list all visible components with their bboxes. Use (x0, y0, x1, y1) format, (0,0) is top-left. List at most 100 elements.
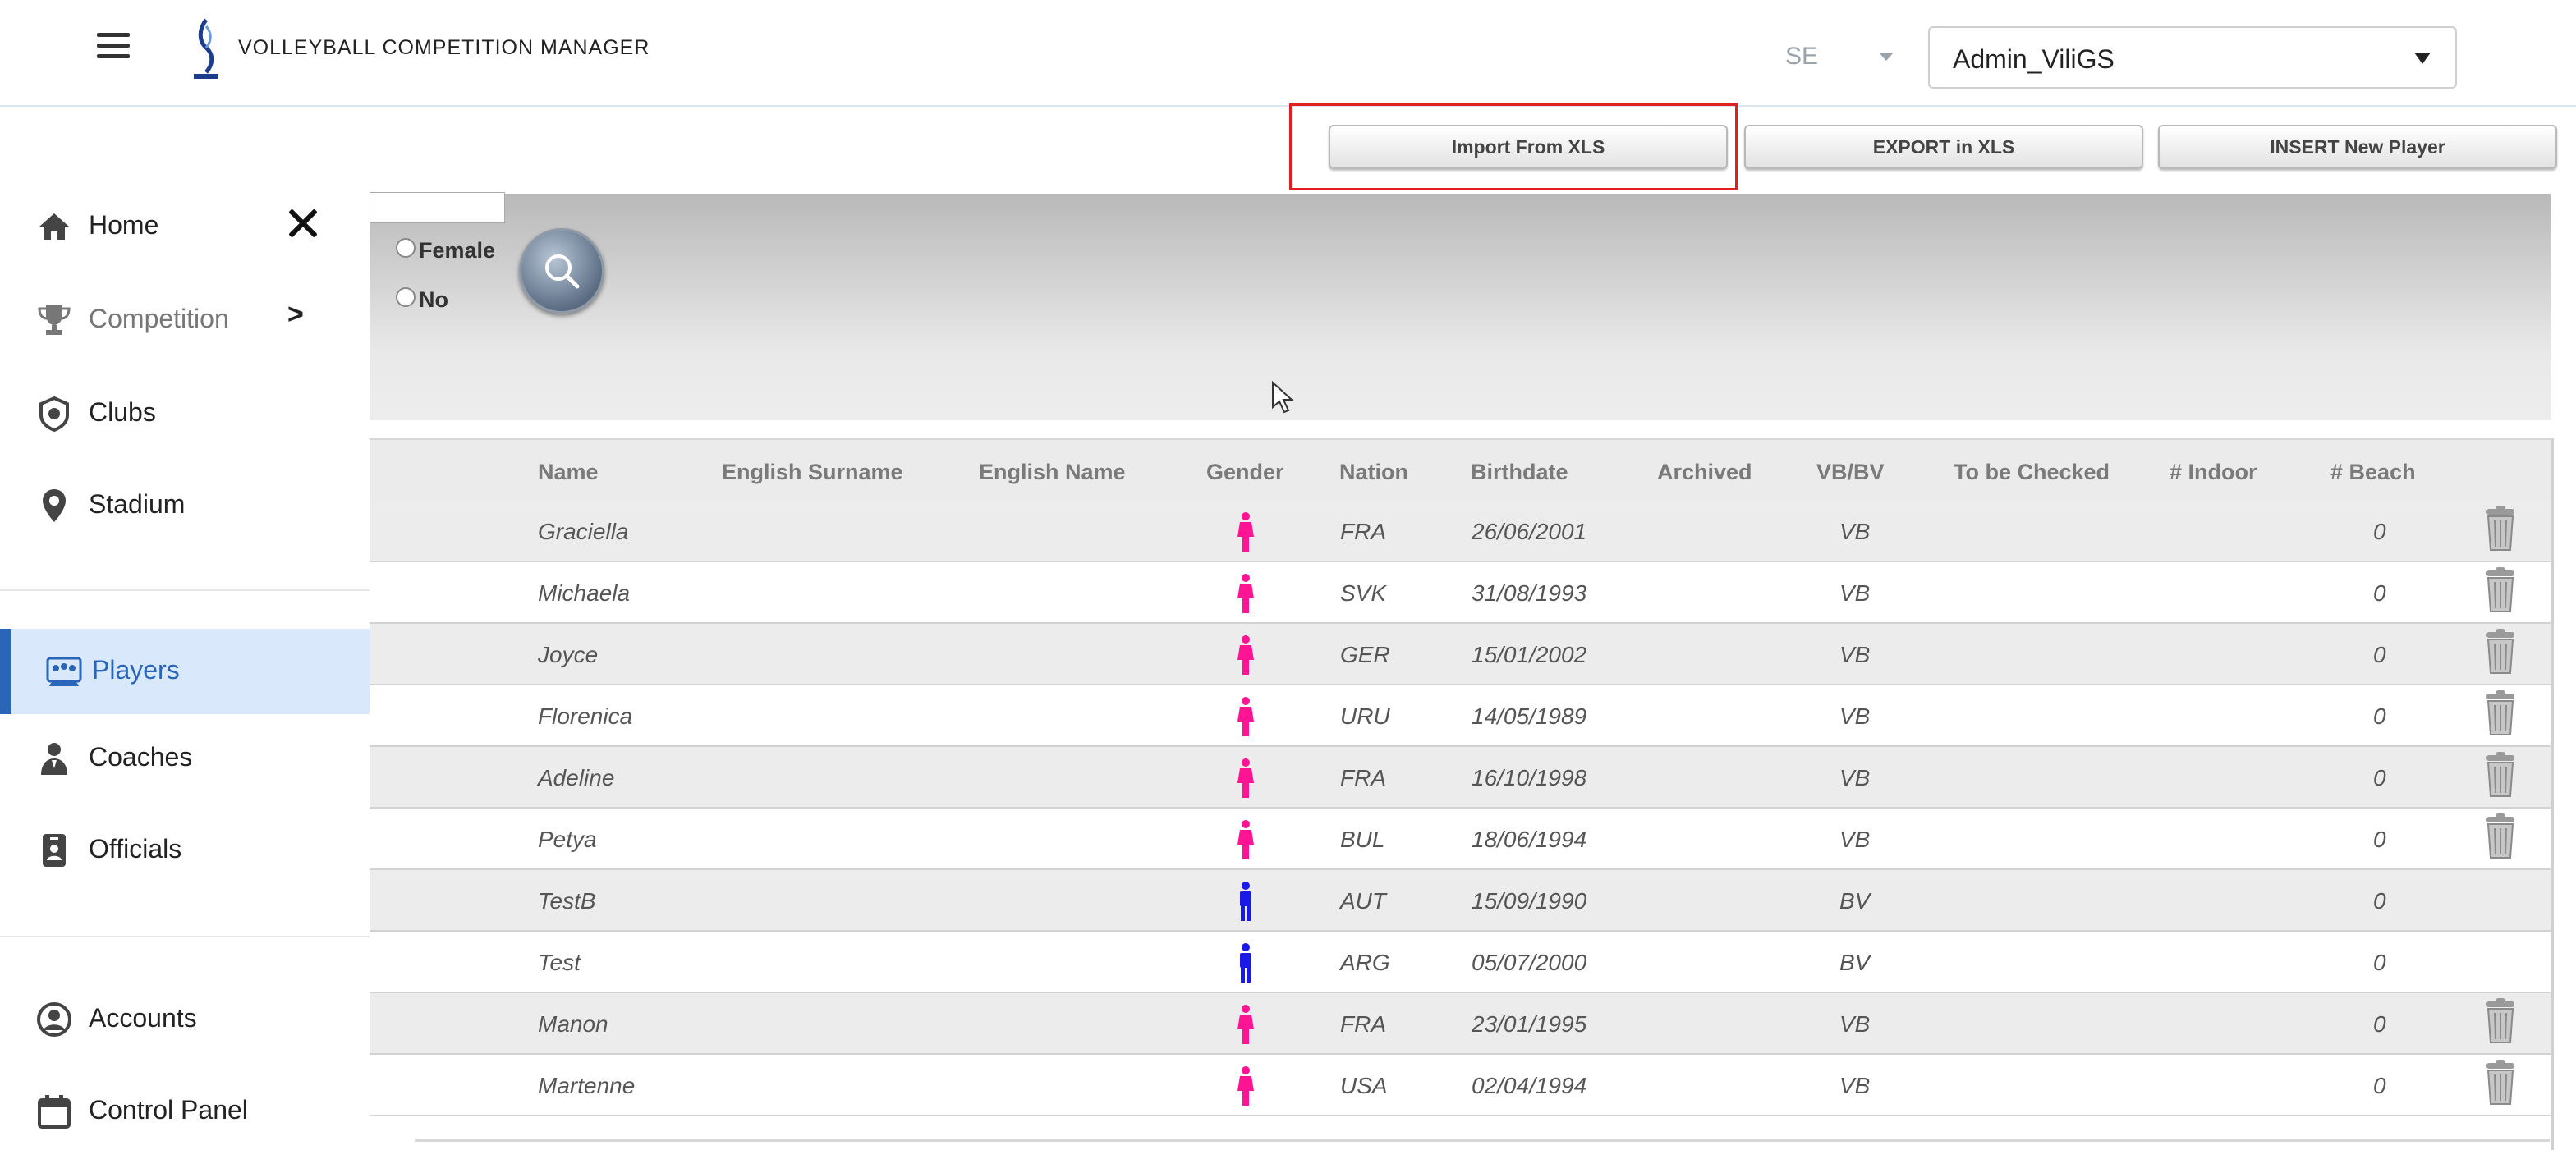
table-row[interactable]: Michaela SVK 31/08/1993 VB 0 (370, 562, 2551, 624)
player-vbbv: VB (1839, 519, 1871, 544)
trash-icon[interactable] (2482, 998, 2519, 1044)
column-header[interactable]: Archived (1657, 460, 1752, 485)
app-title: VOLLEYBALL COMPETITION MANAGER (238, 36, 650, 59)
trash-icon[interactable] (2482, 629, 2519, 675)
filter-panel (370, 194, 2551, 420)
table-header: Name English Surname English Name Gender… (370, 438, 2551, 504)
top-header: VOLLEYBALL COMPETITION MANAGER SE Admin_… (0, 0, 2576, 107)
sidebar-item-coaches[interactable]: Coaches (0, 726, 370, 791)
horizontal-scrollbar[interactable] (415, 1139, 2550, 1142)
sidebar-item-label: Clubs (89, 397, 156, 427)
player-birthdate: 31/08/1993 (1472, 580, 1587, 606)
player-birthdate: 02/04/1994 (1472, 1073, 1587, 1098)
column-header[interactable]: Birthdate (1471, 460, 1568, 485)
sidebar: Home Competition > Clubs Stadium Players… (0, 107, 370, 1150)
player-beach-count: 0 (2373, 888, 2386, 914)
player-beach-count: 0 (2373, 827, 2386, 852)
table-row[interactable]: Petya BUL 18/06/1994 VB 0 (370, 809, 2551, 870)
user-account-value: Admin_ViliGS (1953, 44, 2115, 74)
submenu-arrow-icon: > (287, 299, 304, 330)
player-birthdate: 26/06/2001 (1472, 519, 1587, 544)
player-beach-count: 0 (2373, 1011, 2386, 1037)
column-header[interactable]: Gender (1206, 460, 1284, 485)
sidebar-item-accounts[interactable]: Accounts (0, 987, 370, 1052)
chevron-down-icon[interactable] (1879, 53, 1894, 61)
players-icon (46, 657, 82, 686)
player-beach-count: 0 (2373, 950, 2386, 975)
player-name: TestB (538, 888, 596, 914)
import-highlight-box (1289, 103, 1738, 190)
trash-icon[interactable] (2482, 690, 2519, 736)
archived-no-radio[interactable] (396, 287, 416, 307)
trash-icon[interactable] (2482, 1060, 2519, 1106)
table-row[interactable]: Florenica URU 14/05/1989 VB 0 (370, 685, 2551, 747)
trash-icon[interactable] (2482, 506, 2519, 552)
female-radio[interactable] (396, 238, 416, 258)
female-radio-label: Female (419, 238, 496, 263)
column-header[interactable]: To be Checked (1954, 460, 2110, 485)
club-badge-icon (39, 396, 69, 432)
export-xls-button[interactable]: EXPORT in XLS (1744, 125, 2143, 169)
column-header[interactable]: # Beach (2330, 460, 2416, 485)
hamburger-menu-icon[interactable] (97, 30, 131, 62)
sidebar-item-label: Accounts (89, 1003, 197, 1033)
player-beach-count: 0 (2373, 642, 2386, 667)
sidebar-item-control-panel[interactable]: Control Panel (0, 1079, 370, 1144)
table-row[interactable]: Martenne USA 02/04/1994 VB 0 (370, 1055, 2551, 1116)
insert-player-button[interactable]: INSERT New Player (2158, 125, 2557, 169)
user-account-select[interactable]: Admin_ViliGS (1928, 26, 2457, 89)
female-icon (1237, 697, 1255, 736)
filter-text-input[interactable] (370, 192, 505, 223)
trophy-icon (38, 305, 71, 335)
male-icon (1237, 943, 1255, 983)
sidebar-item-label: Stadium (89, 489, 186, 519)
player-nation: FRA (1340, 519, 1386, 544)
table-row[interactable]: Test ARG 05/07/2000 BV 0 (370, 932, 2551, 993)
female-icon (1237, 1005, 1255, 1044)
player-name: Test (538, 950, 581, 975)
sidebar-divider (0, 589, 370, 591)
trash-icon[interactable] (2482, 567, 2519, 613)
column-header[interactable]: Nation (1339, 460, 1408, 485)
search-button[interactable] (519, 228, 604, 314)
vertical-scrollbar[interactable] (2551, 438, 2554, 1150)
sidebar-item-label: Coaches (89, 742, 193, 772)
sidebar-item-stadium[interactable]: Stadium (0, 473, 370, 538)
trash-icon[interactable] (2482, 813, 2519, 859)
table-row[interactable]: Graciella FRA 26/06/2001 VB 0 (370, 501, 2551, 562)
id-badge-icon (43, 834, 66, 867)
trash-icon[interactable] (2482, 752, 2519, 798)
table-row[interactable]: Manon FRA 23/01/1995 VB 0 (370, 993, 2551, 1055)
sidebar-item-home[interactable]: Home (0, 194, 370, 259)
player-nation: URU (1340, 703, 1390, 729)
column-header[interactable]: VB/BV (1816, 460, 1885, 485)
sidebar-item-clubs[interactable]: Clubs (0, 381, 370, 447)
column-header[interactable]: English Surname (722, 460, 903, 485)
sidebar-item-label: Players (92, 655, 180, 685)
sidebar-item-label: Home (89, 210, 159, 240)
player-birthdate: 14/05/1989 (1472, 703, 1587, 729)
column-header[interactable]: # Indoor (2170, 460, 2257, 485)
player-nation: AUT (1340, 888, 1386, 914)
player-nation: FRA (1340, 765, 1386, 790)
female-icon (1237, 635, 1255, 675)
sidebar-item-officials[interactable]: Officials (0, 818, 370, 883)
player-birthdate: 18/06/1994 (1472, 827, 1587, 852)
sidebar-item-players[interactable]: Players (0, 629, 370, 714)
calendar-icon (38, 1095, 71, 1129)
table-row[interactable]: TestB AUT 15/09/1990 BV 0 (370, 870, 2551, 932)
column-header[interactable]: English Name (979, 460, 1126, 485)
player-nation: GER (1340, 642, 1390, 667)
female-icon (1237, 820, 1255, 859)
language-selector[interactable]: SE (1785, 43, 1818, 71)
table-row[interactable]: Adeline FRA 16/10/1998 VB 0 (370, 747, 2551, 809)
table-row[interactable]: Joyce GER 15/01/2002 VB 0 (370, 624, 2551, 685)
player-vbbv: VB (1839, 580, 1871, 606)
player-name: Petya (538, 827, 597, 852)
female-icon (1237, 1066, 1255, 1106)
column-header[interactable]: Name (538, 460, 599, 485)
sidebar-item-competition[interactable]: Competition > (0, 287, 370, 353)
sidebar-item-label: Control Panel (89, 1095, 248, 1125)
player-birthdate: 16/10/1998 (1472, 765, 1587, 790)
male-icon (1237, 882, 1255, 921)
